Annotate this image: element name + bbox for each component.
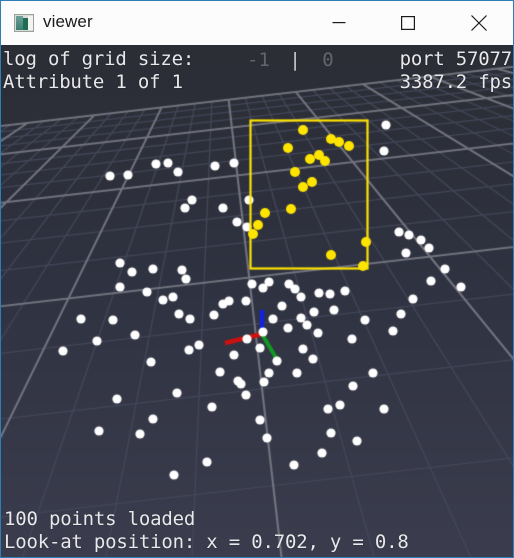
window-title: viewer	[43, 12, 93, 31]
slider-handle[interactable]: |	[281, 49, 310, 71]
points-loaded-label: 100 points loaded	[4, 508, 196, 530]
maximize-icon[interactable]	[385, 1, 431, 44]
image-viewer-icon	[14, 14, 34, 32]
fps-label: 3387.2 fps	[399, 71, 513, 93]
viewer-window: viewer log of grid size: Attribute 1 of …	[0, 0, 514, 558]
slider-min-label: -1	[247, 49, 270, 71]
3d-viewport[interactable]: log of grid size: Attribute 1 of 1 -1 | …	[1, 45, 513, 557]
hud-top-right: port 57077 3387.2 fps	[399, 48, 513, 94]
point-cloud-canvas[interactable]	[1, 45, 513, 557]
look-at-position-label: Look-at position: x = 0.702, y = 0.8	[4, 531, 409, 553]
slider-max-label: 0	[322, 49, 334, 71]
port-label: port 57077	[399, 48, 513, 70]
title-bar[interactable]: viewer	[1, 1, 513, 46]
minimize-icon[interactable]	[316, 1, 362, 44]
grid-size-label: log of grid size:	[3, 48, 195, 70]
hud-top-left: log of grid size: Attribute 1 of 1	[3, 48, 194, 94]
close-icon[interactable]	[456, 1, 502, 44]
hud-bottom-left: 100 points loaded Look-at position: x = …	[4, 508, 409, 554]
attribute-label: Attribute 1 of 1	[3, 71, 183, 93]
grid-size-slider[interactable]: -1 | 0	[247, 49, 363, 71]
